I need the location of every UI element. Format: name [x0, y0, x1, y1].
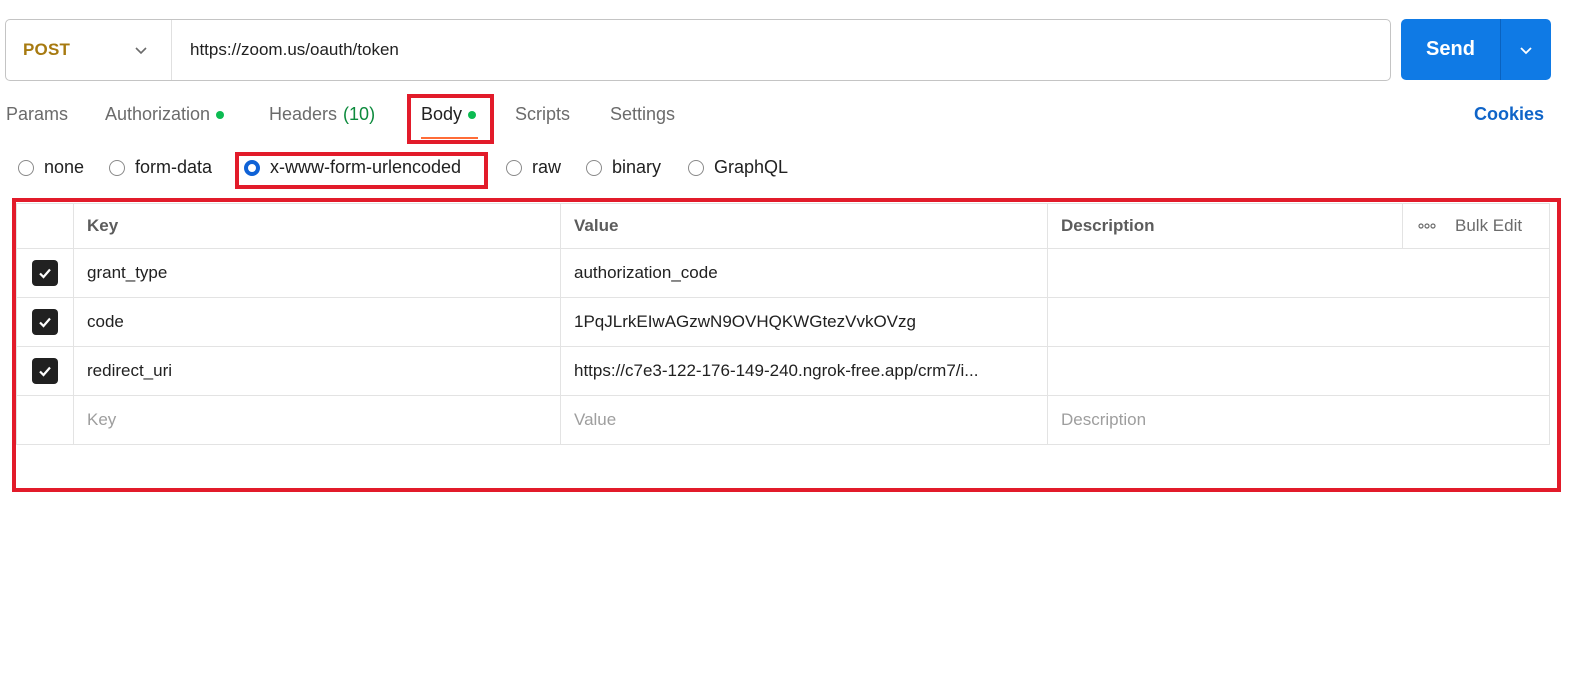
more-options-icon[interactable] — [1417, 221, 1437, 231]
radio-button[interactable] — [506, 159, 522, 176]
send-options-button[interactable] — [1501, 19, 1551, 80]
headers-count: (10) — [343, 104, 376, 124]
value-cell[interactable]: 1PqJLrkEIwAGzwN9OVHQKWGtezVvkOVzg — [561, 298, 1048, 346]
value-text: https://c7e3-122-176-149-240.ngrok-free.… — [574, 361, 979, 380]
radio-label: x-www-form-urlencoded — [270, 157, 462, 177]
tab-label: Scripts — [515, 104, 571, 124]
radio-button[interactable] — [586, 159, 602, 176]
table-row: code 1PqJLrkEIwAGzwN9OVHQKWGtezVvkOVzg — [16, 298, 1550, 347]
header-value: Value — [561, 204, 1048, 248]
row-check-cell — [16, 347, 74, 395]
cookies-link[interactable]: Cookies — [1474, 104, 1544, 125]
key-cell[interactable]: grant_type — [74, 249, 561, 297]
table-header-row: Key Value Description Bulk Edit — [16, 203, 1550, 249]
bulk-edit-label: Bulk Edit — [1455, 216, 1523, 235]
checkmark-icon — [39, 366, 51, 377]
key-cell[interactable]: redirect_uri — [74, 347, 561, 395]
value-cell[interactable]: authorization_code — [561, 249, 1048, 297]
radio-graphql[interactable]: GraphQL — [688, 157, 788, 178]
request-bar: POST https://zoom.us/oauth/token — [5, 19, 1391, 81]
bulk-edit-button[interactable]: Bulk Edit — [1403, 204, 1550, 248]
row-check-cell — [16, 298, 74, 346]
key-cell[interactable]: code — [74, 298, 561, 346]
tab-settings[interactable]: Settings — [610, 104, 675, 125]
form-urlencoded-table: Key Value Description Bulk Edit grant_ty… — [16, 203, 1550, 445]
tab-label: Settings — [610, 104, 676, 124]
checkmark-icon — [39, 268, 51, 279]
tab-body[interactable]: Body — [421, 104, 477, 125]
chevron-down-icon — [1520, 46, 1532, 54]
radio-raw[interactable]: raw — [506, 157, 561, 178]
tab-headers[interactable]: Headers (10) — [269, 104, 375, 125]
header-check-cell — [16, 204, 74, 248]
radio-binary[interactable]: binary — [586, 157, 661, 178]
row-check-cell — [16, 249, 74, 297]
description-input[interactable]: Description — [1048, 396, 1550, 444]
value-input[interactable]: Value — [561, 396, 1048, 444]
tab-authorization[interactable]: Authorization — [105, 104, 225, 125]
radio-button[interactable] — [109, 159, 125, 176]
radio-label: binary — [612, 157, 662, 177]
tab-label: Params — [6, 104, 69, 124]
status-dot — [468, 110, 477, 119]
row-checkbox[interactable] — [32, 309, 58, 335]
tab-label: Headers — [269, 104, 338, 124]
url-input[interactable]: https://zoom.us/oauth/token — [172, 40, 399, 60]
table-row: redirect_uri https://c7e3-122-176-149-24… — [16, 347, 1550, 396]
header-description: Description — [1048, 204, 1403, 248]
value-cell[interactable]: https://c7e3-122-176-149-240.ngrok-free.… — [561, 347, 1048, 395]
radio-label: form-data — [135, 157, 213, 177]
radio-form-data[interactable]: form-data — [109, 157, 212, 178]
method-selector[interactable]: POST — [6, 20, 172, 80]
row-checkbox[interactable] — [32, 260, 58, 286]
key-input[interactable]: Key — [74, 396, 561, 444]
table-row-new: Key Value Description — [16, 396, 1550, 445]
send-button-group: Send — [1401, 19, 1551, 80]
tab-label: Authorization — [105, 104, 211, 124]
description-cell[interactable] — [1048, 249, 1550, 297]
status-dot — [216, 110, 225, 119]
tab-params[interactable]: Params — [6, 104, 68, 125]
method-label: POST — [23, 40, 71, 59]
radio-label: none — [44, 157, 85, 177]
chevron-down-icon — [135, 47, 147, 55]
checkmark-icon — [39, 317, 51, 328]
table-row: grant_type authorization_code — [16, 249, 1550, 298]
body-type-selector: none form-data x-www-form-urlencoded raw… — [0, 152, 1000, 186]
request-tabs: Params Authorization Headers (10) Body S… — [0, 96, 1575, 136]
radio-button-selected[interactable] — [244, 159, 260, 176]
header-key: Key — [74, 204, 561, 248]
radio-x-www-form-urlencoded[interactable]: x-www-form-urlencoded — [244, 157, 461, 178]
radio-label: GraphQL — [714, 157, 789, 177]
row-check-cell — [16, 396, 74, 444]
radio-none[interactable]: none — [18, 157, 84, 178]
send-button[interactable]: Send — [1401, 19, 1501, 80]
active-tab-underline — [421, 137, 478, 139]
row-checkbox[interactable] — [32, 358, 58, 384]
tab-label: Body — [421, 104, 463, 124]
tab-scripts[interactable]: Scripts — [515, 104, 570, 125]
description-cell[interactable] — [1048, 298, 1550, 346]
radio-label: raw — [532, 157, 562, 177]
description-cell[interactable] — [1048, 347, 1550, 395]
radio-button[interactable] — [18, 159, 34, 176]
radio-button[interactable] — [688, 159, 704, 176]
